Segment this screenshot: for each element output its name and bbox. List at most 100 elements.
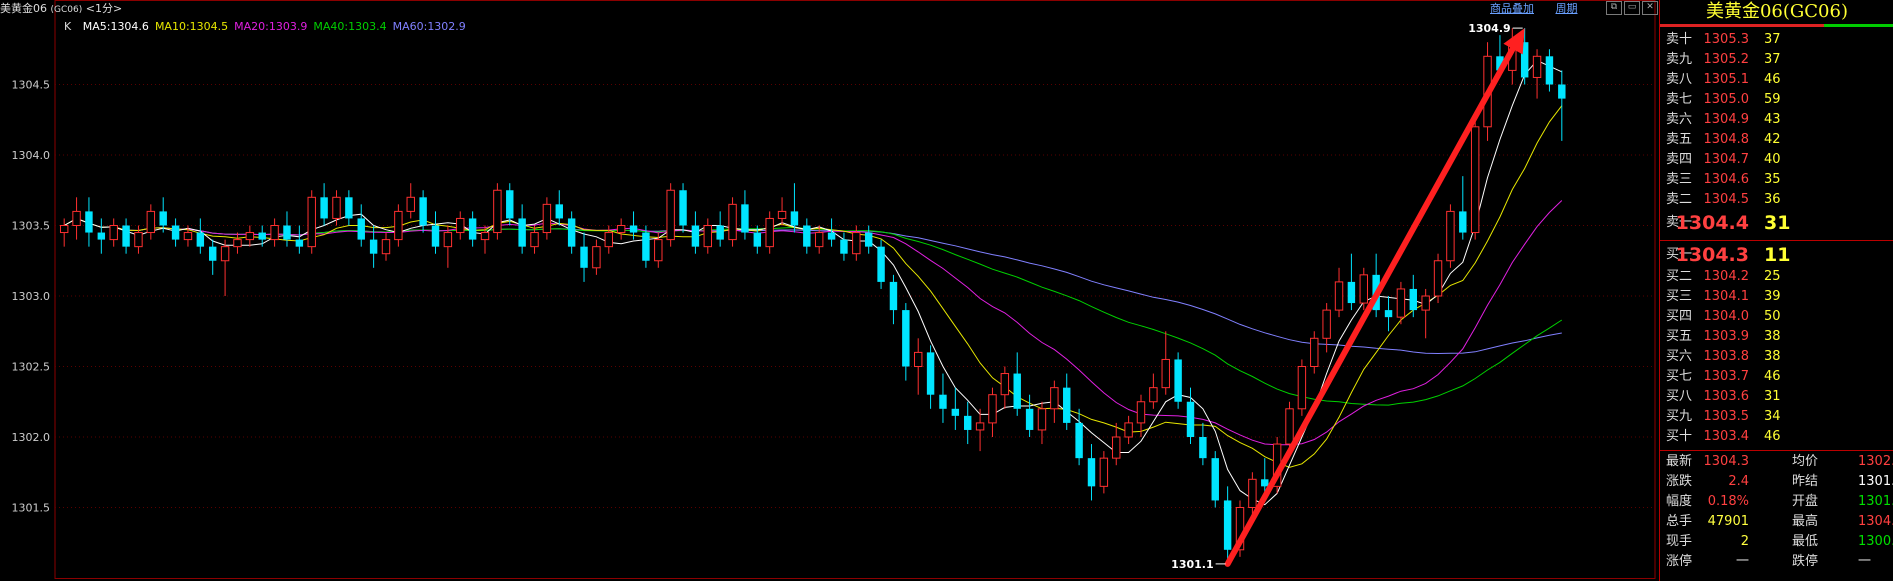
period-link[interactable]: 周期 bbox=[1556, 2, 1578, 15]
level-volume: 25 bbox=[1764, 269, 1781, 284]
stat-label: 均价 bbox=[1792, 454, 1819, 469]
close-icon[interactable]: ✕ bbox=[1642, 1, 1658, 15]
order-book-row[interactable]: 买三 1304.1 39 bbox=[1666, 287, 1893, 306]
y-tick-label: 1302.0 bbox=[12, 431, 51, 444]
candle-body bbox=[1347, 281, 1356, 304]
candle-body bbox=[988, 394, 997, 424]
candle-body bbox=[1261, 479, 1269, 487]
level-volume: 34 bbox=[1764, 409, 1781, 424]
order-book-row[interactable]: 买一 1304.3 11 bbox=[1666, 243, 1893, 267]
stat-label: 最低 bbox=[1792, 534, 1819, 549]
candle-body bbox=[506, 190, 514, 219]
ma-legend-item: MA20:1303.9 bbox=[234, 20, 308, 33]
level-price: 1303.5 bbox=[1703, 409, 1750, 424]
candle-body bbox=[270, 225, 279, 241]
expand-icon[interactable]: ▭ bbox=[1624, 1, 1640, 15]
period-label[interactable]: <1分> bbox=[86, 2, 122, 15]
y-tick-label: 1301.5 bbox=[12, 502, 51, 515]
order-book-row[interactable]: 卖十 1305.3 37 bbox=[1666, 30, 1893, 49]
order-book-row[interactable]: 卖七 1305.0 59 bbox=[1666, 90, 1893, 109]
level-label: 买四 bbox=[1666, 309, 1693, 324]
order-book-row[interactable]: 买九 1303.5 34 bbox=[1666, 407, 1893, 426]
level-volume: 11 bbox=[1764, 244, 1791, 266]
level-price: 1304.1 bbox=[1703, 289, 1750, 304]
candle-body bbox=[97, 232, 106, 240]
level-label: 卖九 bbox=[1666, 52, 1693, 67]
window-buttons: ⧉ ▭ ✕ bbox=[1606, 1, 1658, 15]
order-book-row[interactable]: 卖八 1305.1 46 bbox=[1666, 70, 1893, 89]
order-book-row[interactable]: 卖九 1305.2 37 bbox=[1666, 50, 1893, 69]
order-book-row[interactable]: 卖二 1304.5 36 bbox=[1666, 190, 1893, 209]
candle-body bbox=[679, 190, 687, 226]
candle-body bbox=[1000, 373, 1010, 396]
candle-body bbox=[381, 239, 391, 255]
candle-body bbox=[1359, 274, 1368, 304]
stat-value: 1300.6 bbox=[1858, 534, 1893, 549]
order-book-row[interactable]: 买六 1303.8 38 bbox=[1666, 347, 1893, 366]
level-price: 1304.5 bbox=[1703, 192, 1750, 207]
candle-body bbox=[753, 232, 762, 247]
level-price: 1304.2 bbox=[1703, 269, 1750, 284]
candle-body bbox=[1421, 295, 1430, 311]
symbol-label: 美黄金06 bbox=[0, 2, 47, 15]
candle-body bbox=[1112, 436, 1121, 459]
overlay-link[interactable]: 商品叠加 bbox=[1490, 2, 1534, 15]
candle-body bbox=[852, 232, 861, 255]
candle-body bbox=[518, 218, 526, 247]
order-book-row[interactable]: 卖四 1304.7 40 bbox=[1666, 150, 1893, 169]
order-book-row[interactable]: 买二 1304.2 25 bbox=[1666, 267, 1893, 286]
candle-body bbox=[406, 196, 415, 212]
order-book-row[interactable]: 买七 1303.7 46 bbox=[1666, 367, 1893, 386]
candle-body bbox=[1310, 337, 1319, 367]
candle-body bbox=[1322, 309, 1331, 339]
order-book-row[interactable]: 买八 1303.6 31 bbox=[1666, 387, 1893, 406]
candle-body bbox=[220, 246, 230, 262]
stat-label: 最新 bbox=[1666, 454, 1693, 469]
candle-body bbox=[85, 211, 93, 233]
stat-value: 1301.5 bbox=[1858, 494, 1893, 509]
restore-icon[interactable]: ⧉ bbox=[1606, 1, 1622, 15]
chart-type-label: K bbox=[64, 20, 72, 33]
candle-body bbox=[951, 408, 960, 416]
candle-body bbox=[146, 210, 156, 234]
candle-body bbox=[604, 232, 613, 248]
trend-arrow bbox=[1224, 35, 1522, 567]
kline-chart[interactable]: 1304.5 1304.0 1303.5 1303.0 1302.5 1302.0 1301… bbox=[0, 0, 1659, 581]
level-label: 卖八 bbox=[1666, 72, 1693, 87]
candle-body bbox=[320, 197, 328, 219]
order-book-row[interactable]: 卖六 1304.9 43 bbox=[1666, 110, 1893, 129]
stat-row: 涨停 一 跌停 一 bbox=[1666, 552, 1893, 572]
candle-body bbox=[1396, 288, 1406, 318]
candle-body bbox=[728, 203, 737, 241]
candle-body bbox=[1446, 210, 1455, 262]
ma-legend: K MA5:1304.6 MA10:1304.5 MA20:1303.9 MA40:1… bbox=[64, 20, 472, 33]
y-tick-label: 1303.0 bbox=[12, 290, 51, 303]
candle-body bbox=[72, 210, 81, 226]
order-book-row[interactable]: 卖三 1304.6 35 bbox=[1666, 170, 1893, 189]
price-annotation: 1301.1 bbox=[1171, 558, 1213, 571]
order-book-row[interactable]: 买四 1304.0 50 bbox=[1666, 307, 1893, 326]
level-price: 1304.0 bbox=[1703, 309, 1750, 324]
candle-body bbox=[1211, 458, 1219, 501]
candle-body bbox=[964, 415, 972, 430]
order-book-row[interactable]: 卖一 1304.4 31 bbox=[1666, 211, 1893, 235]
candle-body bbox=[233, 239, 242, 248]
candle-body bbox=[159, 211, 167, 226]
level-volume: 31 bbox=[1764, 212, 1791, 234]
level-label: 买九 bbox=[1666, 409, 1693, 424]
candle-body bbox=[814, 232, 824, 248]
y-tick-label: 1304.5 bbox=[12, 79, 51, 92]
order-book-row[interactable]: 买五 1303.9 38 bbox=[1666, 327, 1893, 346]
candle-body bbox=[419, 197, 427, 226]
candle-body bbox=[183, 232, 193, 241]
candle-body bbox=[803, 225, 811, 247]
candle-body bbox=[703, 225, 713, 248]
level-volume: 46 bbox=[1764, 429, 1781, 444]
order-book-row[interactable]: 卖五 1304.8 42 bbox=[1666, 130, 1893, 149]
level-price: 1303.9 bbox=[1703, 329, 1750, 344]
level-price: 1304.6 bbox=[1703, 172, 1750, 187]
candle-body bbox=[1297, 366, 1307, 410]
stat-label: 开盘 bbox=[1792, 494, 1819, 509]
order-book-row[interactable]: 买十 1303.4 46 bbox=[1666, 427, 1893, 446]
candle-body bbox=[691, 225, 700, 247]
